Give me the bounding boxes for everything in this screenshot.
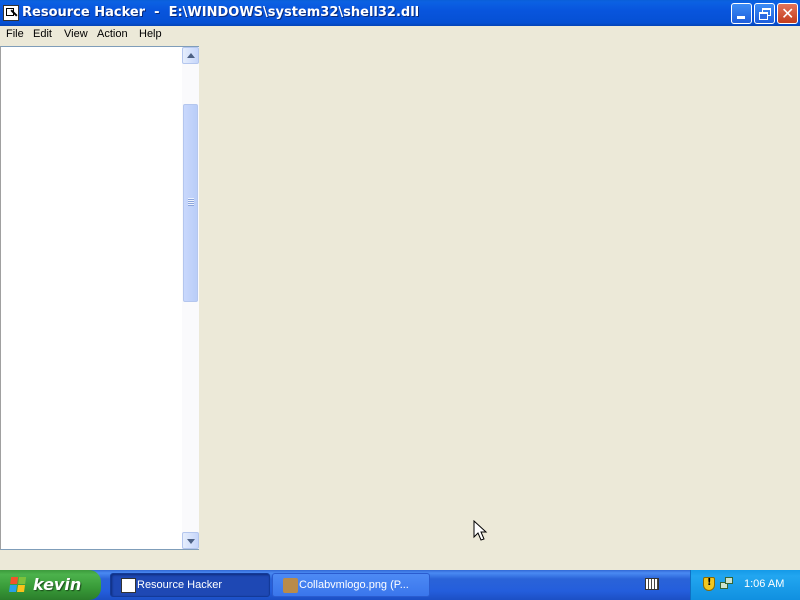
system-tray: 1:06 AM (690, 570, 800, 600)
mouse-cursor-icon (473, 520, 488, 541)
resource-viewer-pane (200, 46, 800, 568)
keyboard-icon[interactable] (645, 578, 659, 590)
minimize-icon (737, 16, 745, 19)
taskbar-button-image[interactable]: Collabvmlogo.png (P... (272, 573, 430, 597)
windows-logo-icon (9, 577, 27, 593)
network-icon[interactable] (720, 577, 734, 591)
close-icon: ✕ (781, 4, 795, 23)
start-button[interactable]: kevin (0, 570, 101, 600)
chevron-up-icon (187, 53, 195, 58)
menu-help[interactable]: Help (139, 28, 162, 40)
restore-button[interactable] (754, 3, 775, 24)
menu-file[interactable]: File (6, 28, 24, 40)
start-label: kevin (33, 575, 82, 594)
menu-bar: File Edit View Action Help (0, 26, 800, 45)
taskbar-button-label: Resource Hacker (137, 579, 222, 591)
grip-icon (188, 198, 194, 206)
menu-action[interactable]: Action (97, 28, 128, 40)
security-shield-icon[interactable] (703, 577, 715, 591)
chevron-down-icon (187, 539, 195, 544)
taskbar-button-label: Collabvmlogo.png (P... (299, 579, 409, 591)
minimize-button[interactable] (731, 3, 752, 24)
scroll-up-button[interactable] (182, 47, 199, 64)
resource-hacker-icon (121, 578, 136, 593)
scroll-thumb[interactable] (183, 104, 198, 302)
vertical-scrollbar[interactable] (182, 47, 199, 549)
taskbar-button-resource-hacker[interactable]: Resource Hacker (110, 573, 270, 597)
resource-hacker-icon[interactable] (3, 5, 19, 21)
close-button[interactable]: ✕ (777, 3, 798, 24)
menu-edit[interactable]: Edit (33, 28, 52, 40)
image-file-icon (283, 578, 298, 593)
resource-tree[interactable] (0, 46, 199, 550)
window-title: Resource Hacker - E:\WINDOWS\system32\sh… (22, 5, 420, 20)
taskbar: kevin Resource Hacker Collabvmlogo.png (… (0, 570, 800, 600)
menu-view[interactable]: View (64, 28, 88, 40)
clock[interactable]: 1:06 AM (744, 578, 784, 590)
title-bar[interactable]: Resource Hacker - E:\WINDOWS\system32\sh… (0, 0, 800, 26)
scroll-down-button[interactable] (182, 532, 199, 549)
